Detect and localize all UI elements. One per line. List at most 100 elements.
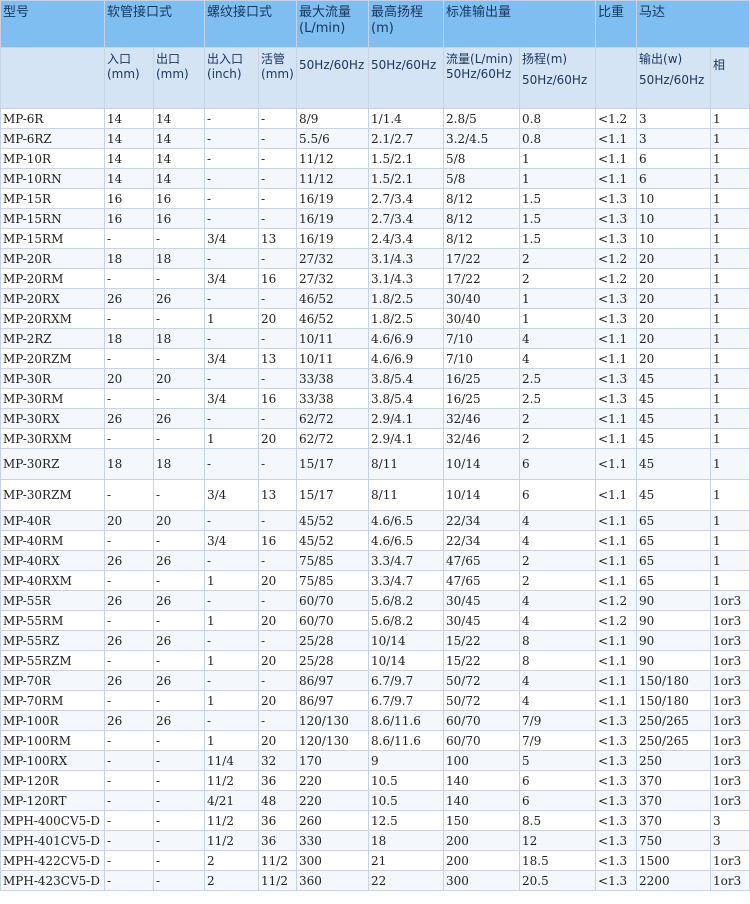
table-cell: 3/4 [204,388,260,409]
table-cell: 1.5 [519,188,597,209]
table-cell: - [258,208,298,229]
header-thread-union: 活管(mm) [258,47,298,109]
table-cell: 30/45 [443,590,521,611]
table-cell: 1or3 [710,630,750,651]
table-row: MP-10RN 14 14- -11/12 1.5/2.1 5/8 1 <1.1 6 1 [0,168,750,189]
table-cell: 2 [519,248,597,269]
table-cell: <1.3 [595,870,638,891]
table-cell: 1or3 [710,850,750,871]
table-cell: 1 [519,148,597,169]
table-cell: 3/4 [204,268,260,289]
table-cell: - [204,550,260,571]
table-cell: 1 [710,108,750,129]
table-row: MP-15RM - -3/4 13 16/19 2.4/3.4 8/12 1.5 <1.3 10 1 [0,228,750,249]
table-cell: 26 [104,710,154,731]
table-cell: - [152,268,206,289]
table-cell: 1.5 [519,208,597,229]
table-cell: 8/11 [368,448,445,480]
table-cell: 45 [636,408,712,429]
table-cell: 26 [104,288,154,309]
model-cell: MP-30RX [0,408,105,429]
table-cell: <1.1 [595,448,638,480]
table-cell: 11/12 [296,148,370,169]
table-cell: 150 [443,810,521,831]
model-cell: MPH-400CV5-D [0,810,105,831]
table-cell: 14 [152,128,206,149]
table-cell: 1.8/2.5 [368,308,445,329]
table-cell: 3/4 [204,228,260,249]
table-cell: - [204,630,260,651]
table-cell: - [258,590,298,611]
table-cell: 1 [519,288,597,309]
table-cell: <1.2 [595,590,638,611]
table-cell: <1.1 [595,148,638,169]
table-cell: 370 [636,810,712,831]
table-row: MP-20RM - -3/4 16 27/32 3.1/4.3 17/22 2 <1.2 20 1 [0,268,750,289]
table-cell: 8/11 [368,479,445,511]
table-cell: 13 [258,479,298,511]
table-cell: 3.3/4.7 [368,550,445,571]
table-cell: 2 [519,268,597,289]
table-cell: 60/70 [443,710,521,731]
table-cell: <1.3 [595,388,638,409]
table-cell: 47/65 [443,550,521,571]
table-cell: 20 [258,610,298,631]
header-phase: 相 [710,47,750,109]
table-row: MP-55RZ 26 26- -25/28 10/14 15/22 8 <1.1 90 1or3 [0,630,750,651]
model-cell: MPH-423CV5-D [0,870,105,891]
header-max-head: 最高扬程(m) [368,0,445,48]
table-cell: 2.9/4.1 [368,408,445,429]
table-cell: - [104,228,154,249]
table-row: MP-20RZM - -3/4 13 10/11 4.6/6.9 7/10 4 <1.1 20 1 [0,348,750,369]
table-row: MPH-423CV5-D - -2 11/2 360 22 300 20.5 <1.3 2200 1… [0,870,750,891]
table-cell: 10/14 [443,479,521,511]
model-cell: MP-30RM [0,388,105,409]
table-cell: 2 [204,870,260,891]
table-cell: 1 [710,408,750,429]
model-cell: MP-6R [0,108,105,129]
table-cell: 18.5 [519,850,597,871]
header-hose-in: 入口(mm) [104,47,154,109]
table-cell: 20 [636,268,712,289]
table-cell: 3 [636,128,712,149]
table-row: MP-55RZM - -1 20 25/28 10/14 15/22 8 <1.1 90 1or3 [0,650,750,671]
table-cell: 3/4 [204,479,260,511]
table-cell: 16 [152,208,206,229]
table-cell: 6 [636,168,712,189]
table-cell: - [258,368,298,389]
table-cell: - [104,690,154,711]
table-cell: - [104,570,154,591]
model-cell: MP-120RT [0,790,105,811]
table-row: MP-30RM - -3/4 16 33/38 3.8/5.4 16/25 2.5 <1.3 45… [0,388,750,409]
table-cell: <1.3 [595,710,638,731]
table-cell: <1.3 [595,790,638,811]
table-cell: 16/25 [443,368,521,389]
table-cell: 370 [636,790,712,811]
model-cell: MP-70R [0,670,105,691]
table-cell: - [258,288,298,309]
model-cell: MP-40RX [0,550,105,571]
table-row: MPH-400CV5-D - -11/2 36 260 12.5 150 8.5 <1.3 370… [0,810,750,831]
table-cell: 3.1/4.3 [368,268,445,289]
table-cell: 6 [519,790,597,811]
table-cell: 1 [204,570,260,591]
table-cell: 20 [152,368,206,389]
table-cell: <1.1 [595,328,638,349]
table-cell: <1.3 [595,228,638,249]
table-cell: 1 [710,388,750,409]
table-cell: <1.3 [595,810,638,831]
table-cell: - [104,750,154,771]
table-cell: 20 [258,730,298,751]
table-row: MP-40RXM - -1 20 75/85 3.3/4.7 47/65 2 <1.1 65 1 [0,570,750,591]
table-cell: 26 [152,550,206,571]
table-cell: 250 [636,750,712,771]
table-row: MP-40RX 26 26- -75/85 3.3/4.7 47/65 2 <1.1 65 1 [0,550,750,571]
phase-label: 相 [713,58,726,72]
table-cell: 1 [204,690,260,711]
table-cell: 2.4/3.4 [368,228,445,249]
table-cell: 11/4 [204,750,260,771]
model-cell: MPH-422CV5-D [0,850,105,871]
table-cell: 20 [258,428,298,449]
table-cell: 3.8/5.4 [368,388,445,409]
header-hose-out: 出口(mm) [152,47,206,109]
